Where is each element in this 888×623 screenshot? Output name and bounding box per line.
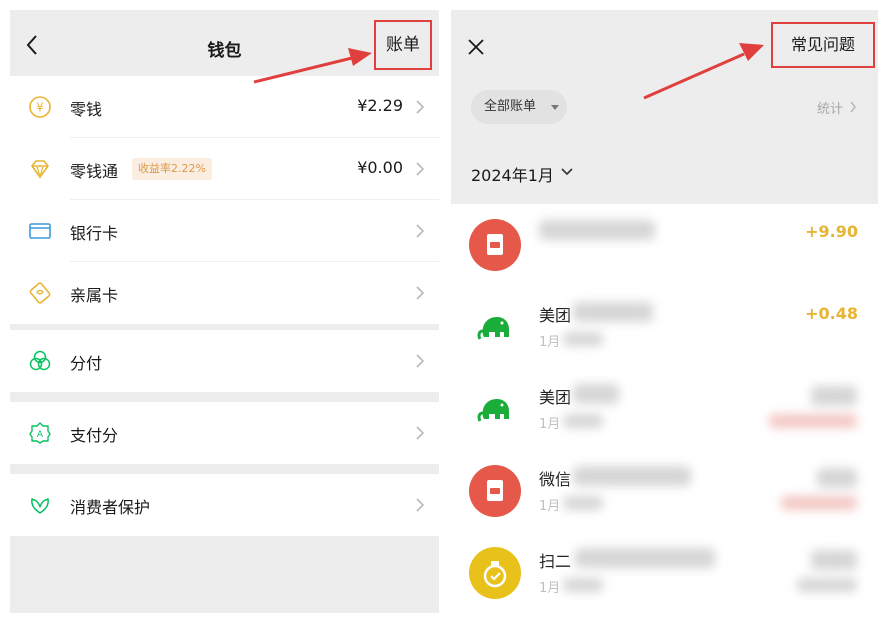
transaction-row[interactable]: 美团 1月 [451, 368, 878, 450]
red-packet-icon [469, 219, 521, 271]
yield-badge: 收益率2.22% [132, 158, 212, 180]
row-label: 消费者保护 [70, 498, 151, 517]
chevron-right-icon [416, 286, 425, 300]
transaction-date: 1月 [539, 335, 561, 350]
consumer-protection-icon [31, 498, 49, 514]
wallet-row-consumer-protection[interactable]: 消费者保护 [10, 474, 439, 536]
transaction-row[interactable]: +9.90 [451, 204, 878, 286]
bank-card-icon [29, 223, 51, 239]
row-value: ¥2.29 [357, 96, 403, 115]
meituan-elephant-icon [469, 383, 521, 435]
balance-group: ¥ 零钱 ¥2.29 零钱通 收益率2.22% ¥0.00 银行卡 亲属卡 [10, 76, 439, 324]
transaction-date: 1月 [539, 499, 561, 514]
transaction-row[interactable]: 美团 1月 +0.48 [451, 286, 878, 368]
wallet-row-pay-score[interactable]: A 支付分 [10, 402, 439, 464]
stats-link[interactable]: 统计 [817, 98, 843, 117]
wallet-row-bank-card[interactable]: 银行卡 [10, 200, 439, 262]
bill-button[interactable]: 账单 [374, 20, 432, 70]
blurred-amount [811, 386, 857, 406]
svg-text:A: A [37, 430, 44, 440]
wallet-header: 钱包 账单 [10, 10, 439, 76]
transaction-list: +9.90 美团 1月 +0.48 美团 1月 微信 1月 扫二 1月 [451, 204, 878, 613]
row-label: 支付分 [70, 426, 119, 445]
blurred-name [573, 466, 691, 486]
installment-icon [29, 350, 51, 371]
row-label: 分付 [70, 354, 103, 373]
transaction-date: 1月 [539, 417, 561, 432]
blurred-date [563, 414, 603, 428]
blurred-date [563, 578, 603, 592]
transaction-name: 美团 [539, 388, 572, 407]
blurred-name [573, 384, 619, 404]
meituan-elephant-icon [469, 301, 521, 353]
blurred-name [575, 548, 715, 568]
chevron-right-icon [850, 101, 856, 113]
bills-screen: 常见问题 全部账单 统计 2024年1月 +9.90 美团 1月 +0.48 美… [451, 10, 878, 613]
transaction-name: 扫二 [539, 552, 572, 571]
filter-label: 全部账单 [484, 99, 537, 114]
protection-group: 消费者保护 [10, 474, 439, 536]
chevron-down-icon [561, 168, 573, 176]
row-label: 银行卡 [70, 224, 119, 243]
row-label: 零钱 [70, 100, 103, 119]
chevron-right-icon [416, 162, 425, 176]
transaction-row[interactable]: 微信 1月 [451, 450, 878, 532]
blurred-amount [817, 468, 857, 488]
blurred-name [539, 220, 655, 240]
transaction-name: 微信 [539, 470, 572, 489]
chevron-right-icon [416, 224, 425, 238]
blurred-date [563, 332, 603, 346]
svg-text:¥: ¥ [36, 101, 44, 115]
blurred-refund [781, 496, 857, 510]
wallet-row-family-card[interactable]: 亲属卡 [10, 262, 439, 324]
chevron-right-icon [416, 354, 425, 368]
transaction-amount: +9.90 [805, 222, 858, 241]
blurred-amount [811, 550, 857, 570]
pay-score-group: A 支付分 [10, 402, 439, 464]
caret-down-icon [551, 105, 559, 110]
row-label: 亲属卡 [70, 286, 119, 305]
month-selector[interactable]: 2024年1月 [471, 162, 554, 186]
blurred-refund [769, 414, 857, 428]
scan-pay-icon [469, 547, 521, 599]
wallet-row-lingqiantong[interactable]: 零钱通 收益率2.22% ¥0.00 [10, 138, 439, 200]
close-icon[interactable] [467, 38, 485, 56]
transaction-row[interactable]: 扫二 1月 [451, 532, 878, 613]
row-value: ¥0.00 [357, 158, 403, 177]
installment-group: 分付 [10, 330, 439, 392]
red-packet-icon [469, 465, 521, 517]
row-label: 零钱通 [70, 162, 119, 181]
transaction-name: 美团 [539, 306, 572, 325]
wallet-row-fenfu[interactable]: 分付 [10, 330, 439, 392]
chevron-right-icon [416, 498, 425, 512]
coin-icon: ¥ [29, 96, 51, 118]
bill-filter-dropdown[interactable]: 全部账单 [471, 90, 567, 124]
transaction-date: 1月 [539, 581, 561, 596]
wallet-screen: 钱包 账单 ¥ 零钱 ¥2.29 零钱通 收益率2.22% ¥0.00 银行卡 … [10, 10, 439, 613]
pay-score-icon: A [29, 422, 51, 444]
transaction-amount: +0.48 [805, 304, 858, 323]
wallet-row-change[interactable]: ¥ 零钱 ¥2.29 [10, 76, 439, 138]
chevron-right-icon [416, 426, 425, 440]
blurred-date [563, 496, 603, 510]
family-card-icon [29, 282, 51, 304]
blurred-status [797, 578, 857, 592]
diamond-icon [31, 160, 49, 180]
faq-button[interactable]: 常见问题 [771, 22, 875, 68]
blurred-name [573, 302, 653, 322]
chevron-right-icon [416, 100, 425, 114]
